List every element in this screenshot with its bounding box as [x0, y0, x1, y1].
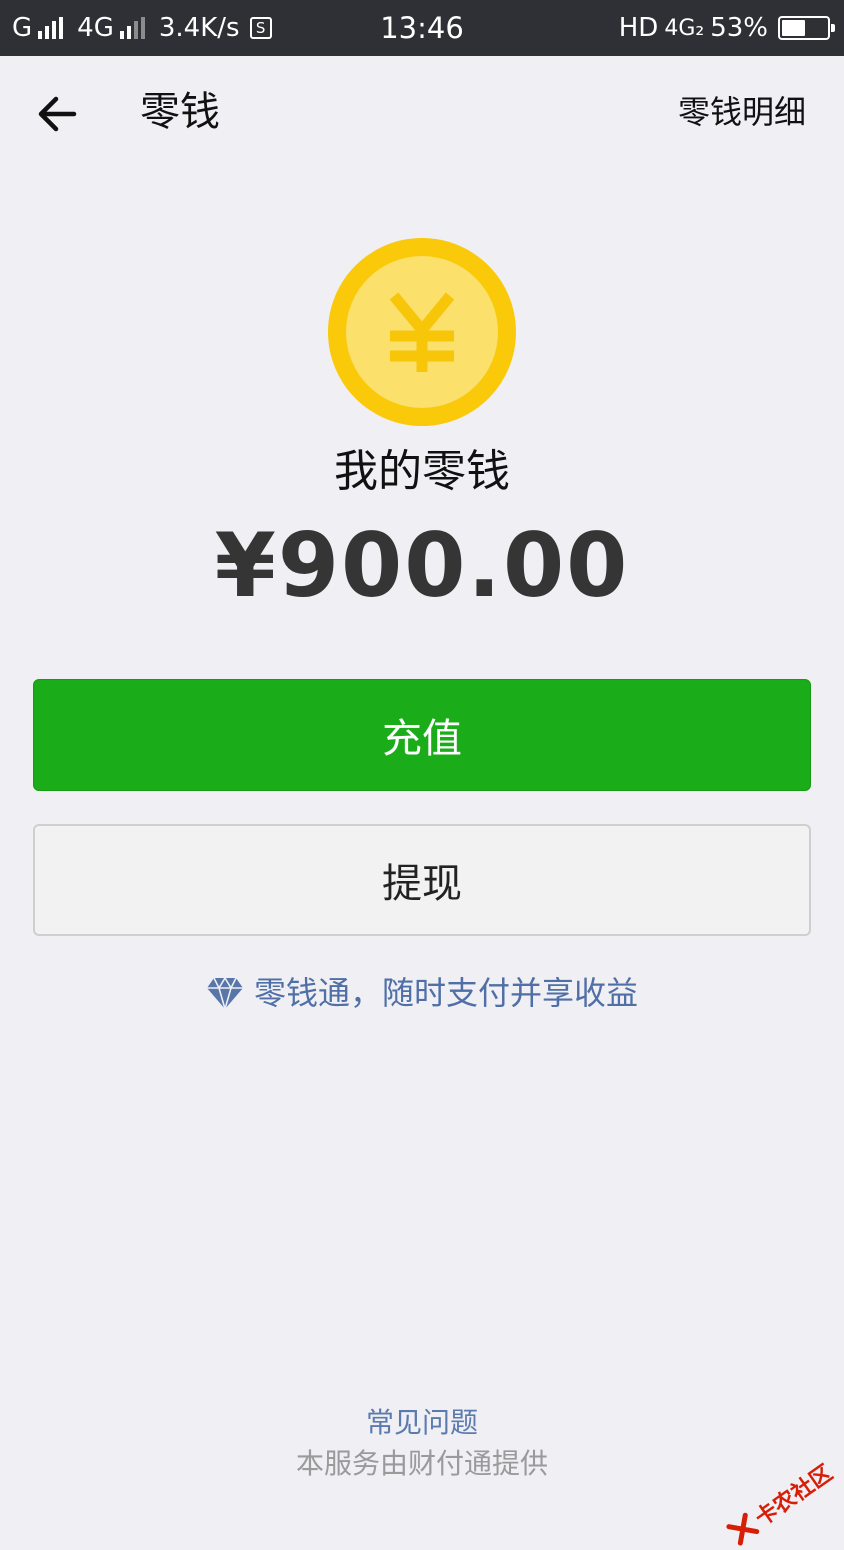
withdraw-button[interactable]: 提现	[33, 824, 811, 936]
signal-1-icon	[38, 17, 63, 39]
battery-fill	[782, 20, 805, 36]
wallet-label: 我的零钱	[0, 442, 844, 502]
status-right: HD 4G₂ 53%	[619, 0, 830, 56]
hd-label: HD	[619, 13, 659, 43]
nav-bar: 零钱 零钱明细	[0, 56, 844, 168]
network-speed: 3.4K/s	[159, 13, 240, 43]
status-left: G 4G 3.4K/s S	[12, 0, 272, 56]
s-badge-icon: S	[250, 17, 272, 39]
page-title: 零钱	[140, 84, 220, 140]
faq-link[interactable]: 常见问题	[0, 1402, 844, 1444]
carrier-2-label: 4G	[77, 13, 114, 43]
battery-icon	[778, 16, 830, 40]
recharge-button[interactable]: 充值	[33, 679, 811, 791]
provider-note: 本服务由财付通提供	[0, 1443, 844, 1485]
status-bar: G 4G 3.4K/s S 13:46 HD 4G₂ 53%	[0, 0, 844, 56]
promo-text: 零钱通，随时支付并享收益	[254, 966, 638, 1020]
arrow-left-icon	[30, 86, 86, 142]
diamond-icon	[206, 976, 244, 1010]
yuan-coin-icon	[328, 238, 516, 426]
battery-tip	[831, 24, 835, 32]
carrier-1-label: G	[12, 13, 32, 43]
transactions-link[interactable]: 零钱明细	[678, 88, 806, 136]
back-button[interactable]	[30, 86, 86, 142]
network-type-label: 4G₂	[664, 16, 704, 41]
balance-amount: ¥900.00	[0, 516, 844, 616]
signal-2-icon	[120, 17, 145, 39]
battery-percent: 53%	[710, 13, 768, 43]
lingqiantong-link[interactable]: 零钱通，随时支付并享收益	[0, 966, 844, 1020]
